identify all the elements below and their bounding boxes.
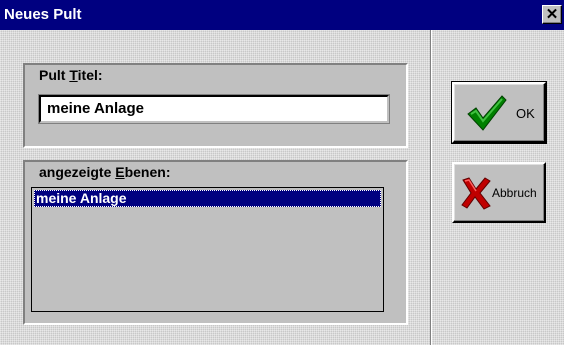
window-title: Neues Pult [4,6,82,23]
title-label: Pult Titel: [39,67,103,83]
layers-listbox[interactable]: meine Anlage [31,187,384,312]
dialog-client-area: Pult Titel: meine Anlage angezeigte Eben… [0,30,564,345]
x-icon [461,177,491,210]
layers-groupbox: angezeigte Ebenen: meine Anlage [23,160,408,325]
layers-label: angezeigte Ebenen: [39,164,171,180]
cancel-label: Abbruch [492,186,537,200]
title-input[interactable]: meine Anlage [38,94,390,124]
ok-label: OK [516,106,535,121]
check-icon [467,95,507,131]
title-bar[interactable]: Neues Pult ✕ [0,0,564,30]
title-groupbox: Pult Titel: meine Anlage [23,63,408,148]
left-pane: Pult Titel: meine Anlage angezeigte Eben… [0,30,430,345]
list-item[interactable]: meine Anlage [34,190,381,207]
right-pane: OK Abbruch [432,30,564,345]
close-icon: ✕ [545,6,559,23]
close-button[interactable]: ✕ [542,5,562,24]
ok-button[interactable]: OK [451,81,547,144]
cancel-button[interactable]: Abbruch [452,162,546,223]
